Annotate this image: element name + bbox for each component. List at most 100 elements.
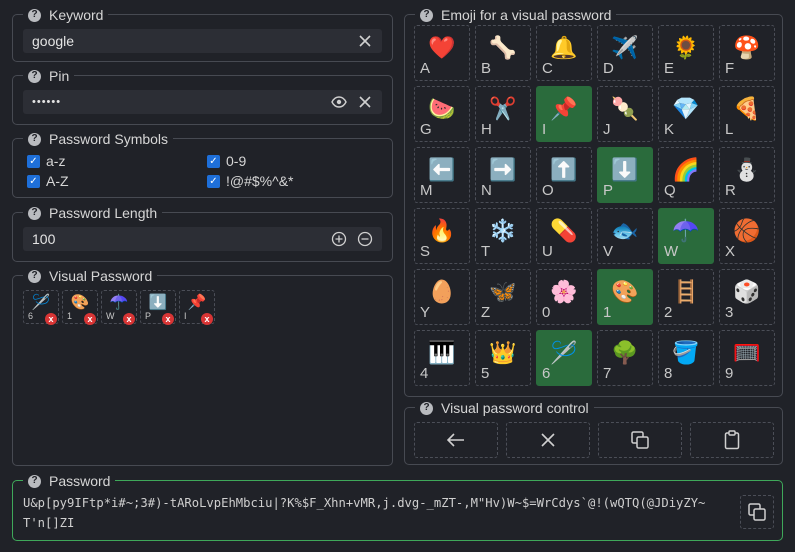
emoji-icon: 🪡 <box>550 340 578 365</box>
check-icon[interactable]: ✓ <box>207 154 220 168</box>
help-icon[interactable]: ? <box>28 69 41 83</box>
emoji-cell[interactable]: 💊 U <box>536 208 592 264</box>
emoji-cell[interactable]: 👑 5 <box>475 330 531 386</box>
emoji-icon: 👑 <box>489 340 517 365</box>
checkbox-A-Z[interactable]: ✓ A-Z <box>27 173 69 189</box>
emoji-cell[interactable]: 🐟 V <box>597 208 653 264</box>
emoji-cell[interactable]: 🍡 J <box>597 86 653 142</box>
emoji-cell[interactable]: ☂️ W <box>658 208 714 264</box>
emoji-cell[interactable]: 🔔 C <box>536 25 592 81</box>
remove-icon[interactable]: x <box>201 313 213 325</box>
back-button[interactable] <box>414 422 498 458</box>
emoji-icon: 📌 <box>550 96 578 121</box>
close-icon <box>541 433 555 447</box>
emoji-cell-label: C <box>542 60 553 77</box>
emoji-cell[interactable]: 💎 K <box>658 86 714 142</box>
help-icon[interactable]: ? <box>28 132 41 146</box>
emoji-cell[interactable]: ⬅️ M <box>414 147 470 203</box>
emoji-cell-label: L <box>725 121 734 138</box>
pin-group: ? Pin •••••• <box>12 67 393 125</box>
emoji-cell[interactable]: ❤️ A <box>414 25 470 81</box>
checkbox-symbols[interactable]: ✓ !@#$%^&* <box>207 173 293 189</box>
help-icon[interactable]: ? <box>420 8 433 22</box>
emoji-cell[interactable]: 🌈 Q <box>658 147 714 203</box>
emoji-cell[interactable]: 🌳 7 <box>597 330 653 386</box>
eye-icon[interactable] <box>330 93 348 111</box>
clear-icon[interactable] <box>356 32 374 50</box>
clear-button[interactable] <box>506 422 590 458</box>
emoji-cell[interactable]: 🎹 4 <box>414 330 470 386</box>
emoji-cell[interactable]: 🍉 G <box>414 86 470 142</box>
emoji-cell[interactable]: 🦋 Z <box>475 269 531 325</box>
emoji-cell[interactable]: ❄️ T <box>475 208 531 264</box>
password-output[interactable]: U&p[py9IFtp*i#~;3#)-tARoLvpEhMbciu|?K%$F… <box>23 493 722 533</box>
emoji-cell[interactable]: 🍄 F <box>719 25 775 81</box>
visual-chip[interactable]: ⬇️ P x <box>140 290 176 325</box>
emoji-cell[interactable]: 🌻 E <box>658 25 714 81</box>
copy-button[interactable] <box>598 422 682 458</box>
keyword-label: Keyword <box>49 7 104 23</box>
emoji-cell[interactable]: 🎲 3 <box>719 269 775 325</box>
emoji-cell[interactable]: 🔥 S <box>414 208 470 264</box>
emoji-cell[interactable]: 🌸 0 <box>536 269 592 325</box>
remove-icon[interactable]: x <box>45 313 57 325</box>
emoji-cell[interactable]: ⬇️ P <box>597 147 653 203</box>
emoji-cell[interactable]: ➡️ N <box>475 147 531 203</box>
keyword-input[interactable]: google <box>23 29 382 53</box>
emoji-icon: 🐟 <box>611 218 639 243</box>
emoji-cell[interactable]: 🪜 2 <box>658 269 714 325</box>
emoji-cell-label: 7 <box>603 365 612 382</box>
pin-value[interactable]: •••••• <box>23 96 330 108</box>
emoji-cell[interactable]: 🏀 X <box>719 208 775 264</box>
visual-chip[interactable]: 🎨 1 x <box>62 290 98 325</box>
emoji-icon: 🌈 <box>672 157 700 182</box>
emoji-icon: 🏀 <box>733 218 761 243</box>
emoji-cell[interactable]: 🪡 6 <box>536 330 592 386</box>
remove-icon[interactable]: x <box>84 313 96 325</box>
emoji-cell[interactable]: 🥚 Y <box>414 269 470 325</box>
emoji-cell[interactable]: 📌 I <box>536 86 592 142</box>
check-icon[interactable]: ✓ <box>207 174 220 188</box>
emoji-cell[interactable]: ⛄ R <box>719 147 775 203</box>
emoji-icon: 🥚 <box>428 279 456 304</box>
check-icon[interactable]: ✓ <box>27 174 40 188</box>
copy-password-button[interactable] <box>740 495 774 529</box>
emoji-cell[interactable]: 🎨 1 <box>597 269 653 325</box>
emoji-cell-label: X <box>725 243 736 260</box>
help-icon[interactable]: ? <box>420 401 433 415</box>
emoji-cell[interactable]: 🦴 B <box>475 25 531 81</box>
checkbox-0-9[interactable]: ✓ 0-9 <box>207 153 246 169</box>
emoji-cell[interactable]: ✂️ H <box>475 86 531 142</box>
minus-circle-icon[interactable] <box>356 230 374 248</box>
remove-icon[interactable]: x <box>162 313 174 325</box>
emoji-icon: ☂️ <box>672 218 700 243</box>
emoji-cell[interactable]: 🍕 L <box>719 86 775 142</box>
visual-chip[interactable]: ☂️ W x <box>101 290 137 325</box>
length-value[interactable]: 100 <box>23 231 330 247</box>
plus-circle-icon[interactable] <box>330 230 348 248</box>
emoji-cell[interactable]: 🪣 8 <box>658 330 714 386</box>
paste-button[interactable] <box>690 422 774 458</box>
chip-label: P <box>145 311 152 321</box>
emoji-cell-label: 8 <box>664 365 673 382</box>
emoji-cell[interactable]: 🥅 9 <box>719 330 775 386</box>
clear-icon[interactable] <box>356 93 374 111</box>
remove-icon[interactable]: x <box>123 313 135 325</box>
emoji-icon: ⛄ <box>733 157 761 182</box>
visual-chip[interactable]: 🪡 6 x <box>23 290 59 325</box>
help-icon[interactable]: ? <box>28 206 41 220</box>
emoji-cell[interactable]: ✈️ D <box>597 25 653 81</box>
checkbox-a-z[interactable]: ✓ a-z <box>27 153 65 169</box>
clipboard-icon <box>724 430 740 450</box>
password-group: ? Password U&p[py9IFtp*i#~;3#)-tARoLvpEh… <box>12 472 783 541</box>
length-input[interactable]: 100 <box>23 227 382 251</box>
help-icon[interactable]: ? <box>28 8 41 22</box>
pin-input[interactable]: •••••• <box>23 90 382 114</box>
control-label: Visual password control <box>441 400 589 416</box>
check-icon[interactable]: ✓ <box>27 154 40 168</box>
help-icon[interactable]: ? <box>28 474 41 488</box>
keyword-value[interactable]: google <box>23 33 356 49</box>
visual-chip[interactable]: 📌 I x <box>179 290 215 325</box>
emoji-cell[interactable]: ⬆️ O <box>536 147 592 203</box>
help-icon[interactable]: ? <box>28 269 41 283</box>
